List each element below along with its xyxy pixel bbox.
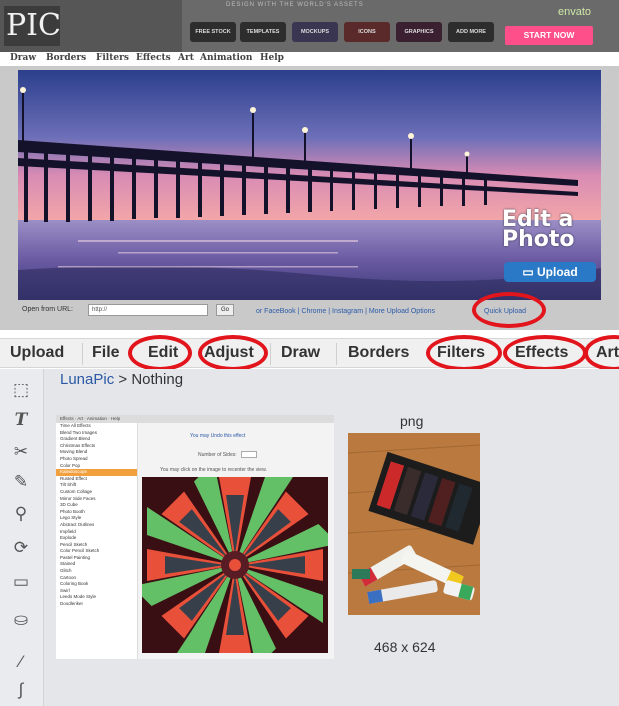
open-from-url-label: Open from URL: xyxy=(22,306,73,313)
effect-list-item[interactable]: Mirror Side Faces xyxy=(56,496,137,503)
sides-input[interactable] xyxy=(241,451,257,458)
kaleidoscope-image xyxy=(142,477,328,653)
legacy-menu-help[interactable]: Help xyxy=(260,53,284,63)
tab-draw[interactable]: Draw xyxy=(281,343,320,363)
ad-tagline: DESIGN WITH THE WORLD'S ASSETS xyxy=(226,2,364,8)
ad-button-mockups[interactable]: MOCKUPS xyxy=(292,22,338,42)
editor-workspace: ⬚ T ✂ ✎ ⚲ ⟳ ▭ ⛀ ⁄ ∫ LunaPic > Nothing Ef… xyxy=(0,369,619,706)
site-logo[interactable]: PIC xyxy=(4,6,61,46)
effect-list-item[interactable]: Color Pencil Sketch xyxy=(56,548,137,555)
effect-list-item[interactable]: Rusted Effect xyxy=(56,476,137,483)
effect-list-item[interactable]: Lego Style xyxy=(56,515,137,522)
annotation-circle-edit xyxy=(128,335,192,371)
effect-list-item[interactable]: Tilt Shift xyxy=(56,482,137,489)
zoom-icon[interactable]: ⚲ xyxy=(8,501,34,527)
pencil-icon[interactable]: ✎ xyxy=(8,469,34,495)
legacy-menu-art[interactable]: Art xyxy=(178,53,194,63)
legacy-menu-filters[interactable]: Filters xyxy=(96,53,129,63)
ad-button-add-more[interactable]: ADD MORE xyxy=(448,22,494,42)
upload-button[interactable]: ▭ Upload xyxy=(504,262,596,282)
select-icon[interactable]: ⬚ xyxy=(8,377,34,403)
effect-list-item[interactable]: Stained xyxy=(56,561,137,568)
tab-file[interactable]: File xyxy=(92,343,120,363)
tab-borders[interactable]: Borders xyxy=(348,343,409,363)
sides-label: Number of Sides: xyxy=(198,452,237,458)
effect-list-item[interactable]: Coloring Book xyxy=(56,581,137,588)
annotation-circle-adjust xyxy=(198,335,268,371)
effect-list-item[interactable]: Time All Effects xyxy=(56,423,137,430)
site-header: PIC DESIGN WITH THE WORLD'S ASSETS FREE … xyxy=(0,0,619,52)
upload-sources-links[interactable]: or FaceBook | Chrome | Instagram | More … xyxy=(256,308,435,315)
tab-divider xyxy=(270,343,271,365)
effect-list-item[interactable]: Glitch xyxy=(56,568,137,575)
url-input[interactable]: http:// xyxy=(88,304,208,316)
effect-list-item[interactable]: Christmas Effects xyxy=(56,443,137,450)
envato-logo: envato xyxy=(557,6,591,18)
ad-button-icons[interactable]: ICONS xyxy=(344,22,390,42)
legacy-menu-animation[interactable]: Animation xyxy=(200,53,252,63)
layer-icon[interactable]: ▭ xyxy=(8,569,34,595)
effect-list-item[interactable]: Abstract Outlines xyxy=(56,522,137,529)
effect-list-item[interactable]: Photo Spread xyxy=(56,456,137,463)
legacy-menu-effects[interactable]: Effects xyxy=(136,53,171,63)
edit-a-photo-title: Edit a Photo xyxy=(502,207,575,252)
legacy-menu-bar: Draw Borders Filters Effects Art Animati… xyxy=(0,52,619,66)
scissors-icon[interactable]: ✂ xyxy=(8,439,34,465)
effect-preview-screenshot: Effects · Art · Animation · Help Time Al… xyxy=(56,415,334,659)
go-button[interactable]: Go xyxy=(216,304,234,316)
start-now-button[interactable]: START NOW xyxy=(505,26,593,45)
breadcrumb: LunaPic > Nothing xyxy=(60,371,183,388)
image-dimensions: 468 x 624 xyxy=(374,639,436,655)
effect-list-item[interactable]: 3D Cube xyxy=(56,502,137,509)
inner-menu-bar: Effects · Art · Animation · Help xyxy=(56,415,334,423)
effects-list: Time All Effects Blend Two Images Gradient… xyxy=(56,423,138,659)
effect-list-item[interactable]: Kaleidoscope xyxy=(56,469,137,476)
upload-button-label: Upload xyxy=(537,265,578,279)
paint-tubes-photo[interactable] xyxy=(348,433,480,615)
undo-note[interactable]: You may Undo this effect xyxy=(190,433,245,439)
tab-upload[interactable]: Upload xyxy=(10,343,64,363)
hero-section: Edit a Photo ▭ Upload Open from URL: htt… xyxy=(0,66,619,330)
hero-image: Edit a Photo ▭ Upload xyxy=(18,70,601,300)
tab-divider xyxy=(82,343,83,365)
effect-list-item[interactable]: Moving Blend xyxy=(56,449,137,456)
effect-list-item[interactable]: Cartoon xyxy=(56,575,137,582)
effect-list-item[interactable]: Explode xyxy=(56,535,137,542)
tab-divider xyxy=(336,343,337,365)
effect-list-item[interactable]: Pencil Sketch xyxy=(56,542,137,549)
breadcrumb-current: Nothing xyxy=(131,371,184,388)
text-icon[interactable]: T xyxy=(8,407,34,433)
recenter-note: You may click on the image to recenter t… xyxy=(160,467,267,473)
breadcrumb-separator: > xyxy=(114,371,132,388)
annotation-circle-filters xyxy=(426,335,502,371)
ad-button-templates[interactable]: TEMPLATES xyxy=(240,22,286,42)
brush-icon[interactable]: ∫ xyxy=(8,677,34,703)
effect-list-item[interactable]: Leeds Mode Style xyxy=(56,594,137,601)
ad-button-free-stock[interactable]: FREE STOCK xyxy=(190,22,236,42)
effect-list-item[interactable]: Color Pop xyxy=(56,463,137,470)
effect-list-item[interactable]: Swirl xyxy=(56,588,137,595)
ad-banner[interactable]: DESIGN WITH THE WORLD'S ASSETS FREE STOC… xyxy=(182,0,619,52)
effect-list-item[interactable]: Custom Collage xyxy=(56,489,137,496)
effect-list-item[interactable]: Blend Two Images xyxy=(56,430,137,437)
annotation-circle-quick-upload xyxy=(472,292,546,328)
legacy-menu-draw[interactable]: Draw xyxy=(10,53,36,63)
ad-button-graphics[interactable]: GRAPHICS xyxy=(396,22,442,42)
annotation-circle-effects xyxy=(503,335,587,371)
effect-list-item[interactable]: Photo Booth xyxy=(56,509,137,516)
breadcrumb-lunapic-link[interactable]: LunaPic xyxy=(60,371,114,388)
format-label: png xyxy=(400,413,424,429)
effect-list-item[interactable]: Gradient Blend xyxy=(56,436,137,443)
legacy-menu-borders[interactable]: Borders xyxy=(46,53,86,63)
effect-list-item[interactable]: Impfield xyxy=(56,529,137,536)
effect-list-item[interactable]: Pastel Painting xyxy=(56,555,137,562)
folder-icon: ▭ xyxy=(522,265,534,279)
rotate-icon[interactable]: ⟳ xyxy=(8,535,34,561)
paint-bucket-icon[interactable]: ⛀ xyxy=(8,607,34,633)
effect-list-item[interactable]: Doodleriker xyxy=(56,601,137,608)
eyedropper-icon[interactable]: ⁄ xyxy=(8,649,34,675)
tool-palette: ⬚ T ✂ ✎ ⚲ ⟳ ▭ ⛀ ⁄ ∫ xyxy=(0,369,44,706)
